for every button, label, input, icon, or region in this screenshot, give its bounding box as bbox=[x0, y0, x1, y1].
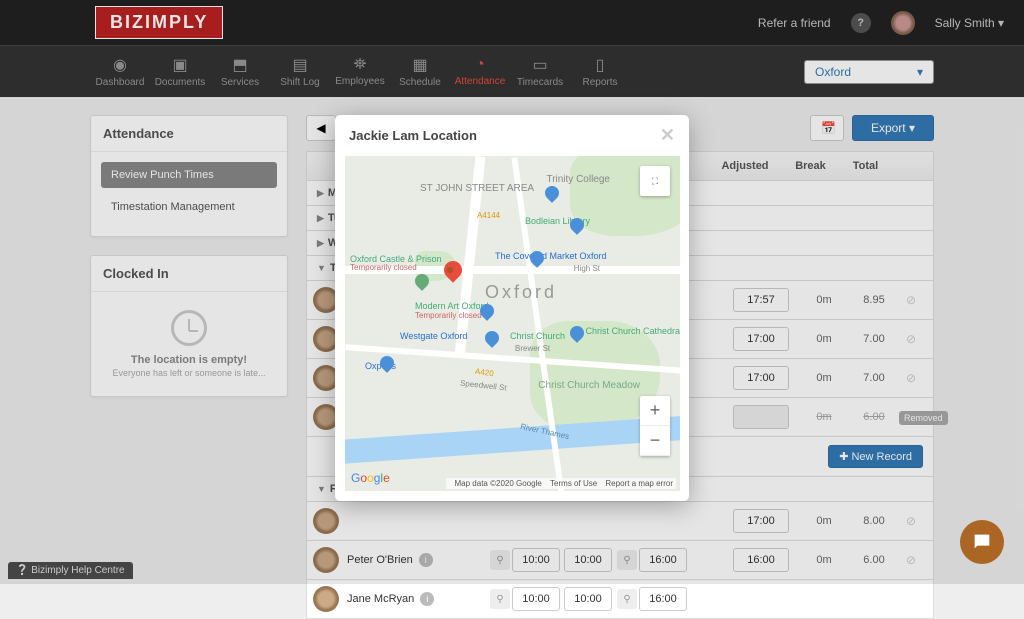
pin-out-icon[interactable]: ⚲ bbox=[617, 589, 637, 609]
zoom-in-button[interactable]: + bbox=[640, 396, 670, 426]
map-footer: Map data ©2020 Google Terms of Use Repor… bbox=[446, 478, 676, 489]
map[interactable]: ST JOHN STREET AREA Trinity College Bodl… bbox=[345, 156, 680, 491]
help-centre-button[interactable]: ❔ Bizimply Help Centre bbox=[8, 562, 133, 579]
report-link[interactable]: Report a map error bbox=[605, 479, 673, 488]
google-logo: Google bbox=[351, 471, 390, 485]
emp-row: Jane McRyan i ⚲ 10:00 10:00 ⚲ 16:00 bbox=[306, 580, 934, 619]
time-input[interactable]: 16:00 bbox=[639, 587, 687, 611]
time-input[interactable]: 10:00 bbox=[564, 587, 612, 611]
time-input[interactable]: 10:00 bbox=[512, 587, 560, 611]
fullscreen-icon[interactable]: ⛶ bbox=[640, 166, 670, 196]
pin-in-icon[interactable]: ⚲ bbox=[490, 589, 510, 609]
employee-avatar bbox=[313, 586, 339, 612]
zoom-out-button[interactable]: − bbox=[640, 426, 670, 456]
close-icon[interactable]: ✕ bbox=[660, 125, 675, 146]
terms-link[interactable]: Terms of Use bbox=[550, 479, 597, 488]
location-modal: Jackie Lam Location ✕ ST JOHN STREET ARE… bbox=[335, 115, 689, 501]
chat-icon[interactable] bbox=[960, 520, 1004, 564]
info-icon[interactable]: i bbox=[420, 592, 434, 606]
modal-title: Jackie Lam Location bbox=[349, 128, 477, 143]
